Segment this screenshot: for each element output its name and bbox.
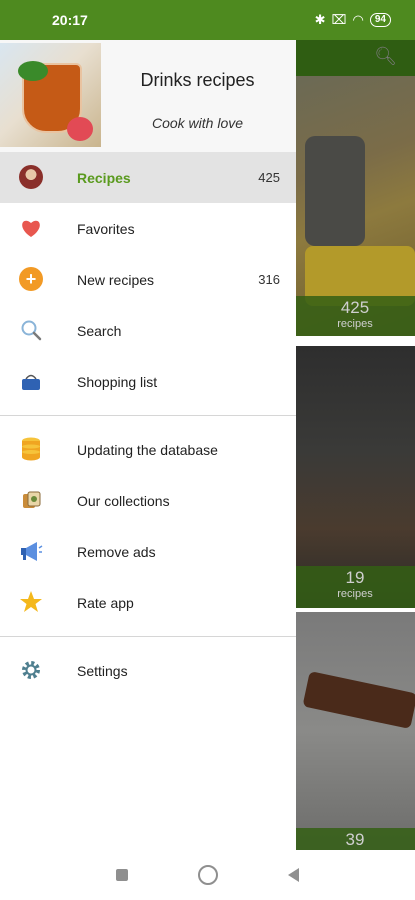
wifi-icon: ◠ <box>352 12 364 27</box>
card-image <box>305 136 365 246</box>
collections-icon <box>19 488 43 512</box>
background-app-bar: 🔍︎ <box>295 40 415 76</box>
card-label: 39 <box>295 828 415 850</box>
heart-icon <box>19 216 43 240</box>
megaphone-icon <box>19 539 43 563</box>
back-triangle-icon <box>288 868 299 882</box>
menu-item-label: New recipes <box>77 271 155 288</box>
card-count: 39 <box>345 830 365 849</box>
menu-item-recipes[interactable]: Recipes 425 <box>0 152 296 203</box>
home-button[interactable] <box>198 865 218 885</box>
database-icon <box>19 437 43 461</box>
circle-icon <box>198 865 218 885</box>
menu-item-settings[interactable]: Settings <box>0 645 296 696</box>
star-icon <box>19 590 43 614</box>
menu-item-updating-database[interactable]: Updating the database <box>0 424 296 475</box>
category-card: 425 recipes <box>295 76 415 336</box>
card-label: 19 recipes <box>295 566 415 608</box>
menu-item-label: Rate app <box>77 594 134 611</box>
menu-item-favorites[interactable]: Favorites <box>0 203 296 254</box>
menu-item-count: 425 <box>258 170 280 185</box>
app-subtitle: Cook with love <box>151 115 244 131</box>
menu-tertiary: Settings <box>0 645 296 696</box>
menu-item-shopping-list[interactable]: Shopping list <box>0 356 296 407</box>
header-image <box>0 43 101 147</box>
background-content: 🔍︎ 425 recipes 19 recipes 39 <box>295 40 415 850</box>
menu-item-label: Search <box>77 322 122 339</box>
basket-icon <box>19 369 43 393</box>
status-icons: ✱ ⌧ ◠ 94 <box>315 12 391 28</box>
gear-icon <box>19 658 43 682</box>
category-card: 39 <box>295 612 415 850</box>
card-count: 425 <box>340 298 370 317</box>
menu-item-rate-app[interactable]: Rate app <box>0 577 296 628</box>
menu-item-label: Remove ads <box>77 543 156 560</box>
menu-item-label: Settings <box>77 662 128 679</box>
status-time: 20:17 <box>52 12 88 28</box>
card-unit: recipes <box>337 588 373 600</box>
menu-divider <box>0 415 296 416</box>
menu-item-label: Recipes <box>77 169 131 186</box>
card-image <box>302 670 415 730</box>
menu-item-count: 316 <box>258 272 280 287</box>
mint-leaf-icon <box>18 61 48 81</box>
menu-item-label: Our collections <box>77 492 170 509</box>
navigation-drawer: Drinks recipes Cook with love Recipes 42… <box>0 40 296 850</box>
battery-icon: 94 <box>369 13 391 27</box>
menu-item-new-recipes[interactable]: + New recipes 316 <box>0 254 296 305</box>
recents-button[interactable] <box>116 869 128 881</box>
menu-item-search[interactable]: Search <box>0 305 296 356</box>
square-icon <box>116 869 128 881</box>
menu-primary: Recipes 425 Favorites + New recipes 316 … <box>0 152 296 407</box>
heart-badge-icon <box>67 117 93 141</box>
drawer-header: Drinks recipes Cook with love <box>0 40 296 152</box>
menu-item-label: Favorites <box>77 220 135 237</box>
card-unit: recipes <box>337 318 373 330</box>
menu-item-label: Updating the database <box>77 441 218 458</box>
recipes-avatar-icon <box>19 165 43 189</box>
plus-circle-icon: + <box>19 267 43 291</box>
search-icon <box>19 318 43 342</box>
menu-item-our-collections[interactable]: Our collections <box>0 475 296 526</box>
card-label: 425 recipes <box>295 296 415 336</box>
menu-secondary: Updating the database Our collections Re… <box>0 424 296 628</box>
category-card: 19 recipes <box>295 346 415 608</box>
card-count: 19 <box>345 568 365 587</box>
back-button[interactable] <box>288 868 299 882</box>
bluetooth-icon: ✱ <box>314 12 326 27</box>
search-icon: 🔍︎ <box>374 46 397 66</box>
app-title: Drinks recipes <box>140 70 255 90</box>
menu-item-remove-ads[interactable]: Remove ads <box>0 526 296 577</box>
system-nav-bar <box>0 850 415 900</box>
menu-divider <box>0 636 296 637</box>
menu-item-label: Shopping list <box>77 373 158 390</box>
status-bar: 20:17 ✱ ⌧ ◠ 94 <box>0 0 415 40</box>
vibrate-icon: ⌧ <box>331 12 347 27</box>
